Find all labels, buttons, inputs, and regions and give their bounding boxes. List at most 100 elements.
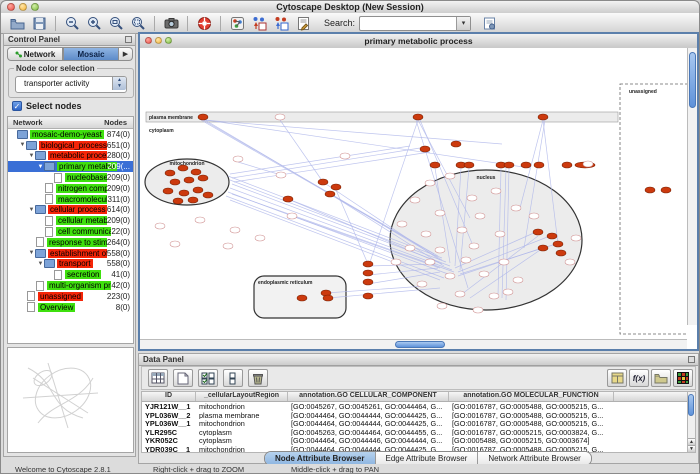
network-node-selected[interactable]	[553, 241, 563, 247]
scroll-down-arrow-icon[interactable]: ▼	[688, 445, 695, 452]
network-node-unselected[interactable]	[275, 114, 285, 120]
open-button[interactable]	[7, 15, 27, 32]
network-edge[interactable]	[234, 152, 430, 182]
network-node-selected[interactable]	[283, 196, 293, 202]
search-input[interactable]: ▾	[359, 16, 471, 31]
table-row[interactable]: YPL036W__1mitochondrion[GO:0044464, GO:0…	[142, 419, 688, 428]
network-node-unselected[interactable]	[469, 243, 479, 249]
network-node-unselected[interactable]	[529, 213, 539, 219]
column-header[interactable]: ID	[142, 392, 196, 401]
annotation-button[interactable]	[293, 15, 313, 32]
network-node-selected[interactable]	[184, 177, 194, 183]
network-node-selected[interactable]	[363, 293, 373, 299]
network-node-selected[interactable]	[198, 114, 208, 120]
unselect-attributes-button[interactable]	[223, 369, 243, 387]
network-node-unselected[interactable]	[435, 210, 445, 216]
network-node-selected[interactable]	[193, 187, 203, 193]
expander-icon[interactable]: ▼	[37, 164, 44, 170]
network-node-unselected[interactable]	[445, 173, 455, 179]
zoom-fit-button[interactable]	[128, 15, 148, 32]
network-node-selected[interactable]	[661, 187, 671, 193]
scrollbar-thumb[interactable]	[689, 52, 696, 108]
dropdown-stepper-icon[interactable]: ▲▼	[112, 77, 126, 90]
zoom-in-button[interactable]	[84, 15, 104, 32]
tree-row[interactable]: ▼primary metabo209(...	[8, 161, 133, 172]
table-row[interactable]: YKR052Ccytoplasm[GO:0044464, GO:0044446,…	[142, 436, 688, 445]
network-node-selected[interactable]	[430, 162, 440, 168]
tab-overflow-arrow-icon[interactable]: ▶	[119, 47, 133, 61]
network-node-unselected[interactable]	[437, 303, 447, 309]
table-row[interactable]: YLR295Ccytoplasm[GO:0045263, GO:0044464,…	[142, 428, 688, 437]
configure-search-button[interactable]	[479, 15, 499, 32]
network-node-unselected[interactable]	[223, 243, 233, 249]
network-node-selected[interactable]	[413, 114, 423, 120]
tree-row[interactable]: Overview8(0)	[8, 302, 133, 313]
vizmapper-button[interactable]	[227, 15, 247, 32]
tree-row[interactable]: nucleobase-209(0)	[8, 172, 133, 183]
network-node-unselected[interactable]	[475, 213, 485, 219]
network-node-unselected[interactable]	[435, 247, 445, 253]
network-edge[interactable]	[201, 120, 434, 254]
network-node-selected[interactable]	[198, 175, 208, 181]
float-panel-icon[interactable]	[125, 36, 132, 43]
network-node-selected[interactable]	[504, 162, 514, 168]
select-nodes-checkbox[interactable]: ✓	[12, 101, 22, 111]
tree-row[interactable]: unassigned223(0)	[8, 291, 133, 302]
help-button[interactable]	[194, 15, 214, 32]
network-node-selected[interactable]	[323, 295, 333, 301]
attribute-table-button[interactable]	[148, 369, 168, 387]
network-node-unselected[interactable]	[233, 156, 243, 162]
network-node-selected[interactable]	[191, 169, 201, 175]
network-node-selected[interactable]	[547, 233, 557, 239]
network-node-selected[interactable]	[363, 270, 373, 276]
network-node-selected[interactable]	[538, 245, 548, 251]
tree-row[interactable]: cell communicat22(0)	[8, 226, 133, 237]
table-vertical-scrollbar[interactable]: ▲ ▼	[687, 391, 696, 453]
network-node-selected[interactable]	[318, 179, 328, 185]
expander-icon[interactable]: ▼	[28, 207, 35, 213]
network-node-unselected[interactable]	[461, 257, 471, 263]
expander-icon[interactable]: ▼	[19, 142, 26, 148]
scroll-up-arrow-icon[interactable]: ▲	[688, 438, 695, 445]
network-node-selected[interactable]	[165, 170, 175, 176]
delete-attribute-button[interactable]	[248, 369, 268, 387]
function-builder-button[interactable]: f(x)	[629, 369, 649, 387]
network-node-unselected[interactable]	[455, 291, 465, 297]
expander-icon[interactable]: ▼	[28, 153, 35, 159]
network-node-selected[interactable]	[163, 188, 173, 194]
float-panel-icon[interactable]	[688, 356, 695, 363]
network-node-selected[interactable]	[562, 162, 572, 168]
unassigned-region[interactable]	[620, 84, 687, 334]
canvas-vertical-scrollbar[interactable]	[687, 48, 697, 325]
nucleus-region[interactable]	[390, 170, 582, 310]
network-node-selected[interactable]	[203, 192, 213, 198]
network-node-selected[interactable]	[556, 250, 566, 256]
network-node-unselected[interactable]	[155, 223, 165, 229]
network-node-unselected[interactable]	[491, 188, 501, 194]
network-node-unselected[interactable]	[405, 245, 415, 251]
column-header[interactable]: annotation.GO MOLECULAR_FUNCTION	[449, 392, 614, 401]
network-node-unselected[interactable]	[511, 205, 521, 211]
network-node-unselected[interactable]	[467, 195, 477, 201]
network-node-selected[interactable]	[451, 141, 461, 147]
layout-nodes-button[interactable]	[249, 15, 269, 32]
tree-row[interactable]: ▼transport558(0)	[8, 259, 133, 270]
open-attributes-button[interactable]	[651, 369, 671, 387]
network-node-unselected[interactable]	[397, 221, 407, 227]
select-attributes-button[interactable]	[198, 369, 218, 387]
network-node-selected[interactable]	[188, 197, 198, 203]
layout-edges-button[interactable]	[271, 15, 291, 32]
save-button[interactable]	[29, 15, 49, 32]
network-canvas[interactable]: plasma membranecytoplasmmitochondrionnuc…	[140, 48, 687, 339]
network-node-unselected[interactable]	[425, 180, 435, 186]
table-row[interactable]: YJR121W__1mitochondrion[GO:0045267, GO:0…	[142, 402, 688, 411]
network-node-unselected[interactable]	[425, 259, 435, 265]
network-node-unselected[interactable]	[287, 213, 297, 219]
network-node-selected[interactable]	[533, 229, 543, 235]
network-edge[interactable]	[230, 146, 410, 174]
network-edge[interactable]	[205, 120, 442, 260]
tree-row[interactable]: ▼metabolic process280(0)	[8, 151, 133, 162]
search-dropdown-icon[interactable]: ▾	[456, 17, 470, 30]
tab-mosaic[interactable]: Mosaic	[63, 47, 119, 61]
network-node-unselected[interactable]	[479, 271, 489, 277]
